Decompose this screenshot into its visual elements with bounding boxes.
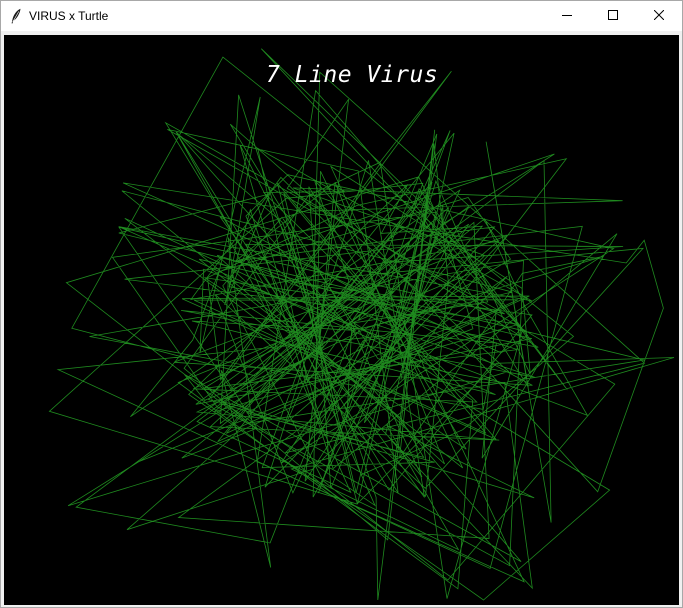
minimize-icon: [562, 7, 572, 25]
maximize-button[interactable]: [590, 1, 636, 31]
minimize-button[interactable]: [544, 1, 590, 31]
turtle-canvas[interactable]: 7 Line Virus: [4, 35, 679, 605]
turtle-window: VIRUS x Turtle 7 Line Virus: [0, 0, 683, 608]
virus-lines: [48, 48, 675, 601]
window-title: VIRUS x Turtle: [29, 9, 109, 23]
close-icon: [653, 7, 665, 25]
feather-icon: [9, 8, 23, 24]
caption-buttons: [544, 1, 682, 31]
maximize-icon: [608, 7, 618, 25]
canvas-title: 7 Line Virus: [266, 62, 439, 88]
virus-drawing: [48, 48, 675, 601]
title-bar[interactable]: VIRUS x Turtle: [1, 1, 682, 31]
close-button[interactable]: [636, 1, 682, 31]
